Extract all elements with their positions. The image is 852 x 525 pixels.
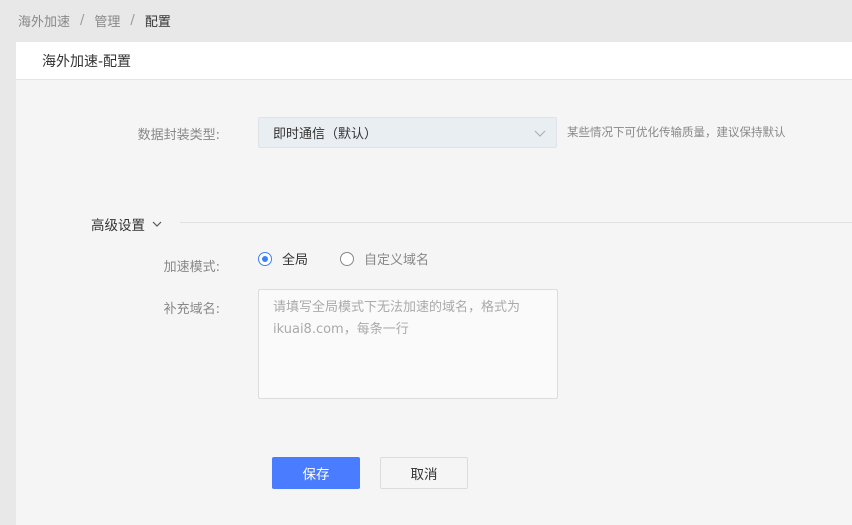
chevron-down-icon (152, 221, 162, 227)
advanced-settings-toggle[interactable]: 高级设置 (91, 214, 163, 234)
breadcrumb-item-overseas-acceleration[interactable]: 海外加速 (18, 11, 70, 30)
save-button[interactable]: 保存 (272, 457, 360, 489)
supplementary-domains-label: 补充域名: (163, 302, 220, 317)
breadcrumb-separator: / (80, 12, 85, 28)
mode-radio-custom-domain-label: 自定义域名 (364, 253, 430, 268)
breadcrumb-separator: / (130, 12, 135, 28)
acceleration-mode-label: 加速模式: (163, 260, 220, 275)
breadcrumb: 海外加速 / 管理 / 配置 (18, 10, 171, 30)
breadcrumb-item-config: 配置 (144, 14, 171, 30)
cancel-button-label: 取消 (410, 467, 438, 483)
mode-radio-custom-domain[interactable]: 自定义域名 (340, 249, 429, 268)
panel-header: 海外加速-配置 (16, 42, 852, 80)
mode-radio-global[interactable]: 全局 (258, 249, 308, 268)
breadcrumb-item-manage[interactable]: 管理 (94, 11, 120, 30)
save-button-label: 保存 (302, 467, 330, 483)
encapsulation-type-label: 数据封装类型: (137, 128, 220, 143)
chevron-down-icon (534, 130, 546, 137)
supplementary-domains-textarea[interactable] (258, 289, 558, 399)
section-divider (180, 222, 852, 223)
advanced-settings-title: 高级设置 (91, 218, 145, 234)
mode-radio-global-label: 全局 (282, 253, 309, 268)
encapsulation-type-select[interactable]: 即时通信（默认） (258, 117, 557, 148)
cancel-button[interactable]: 取消 (380, 457, 468, 489)
encapsulation-type-hint: 某些情况下可优化传输质量，建议保持默认 (567, 125, 786, 139)
config-panel: 海外加速-配置 数据封装类型: 即时通信（默认） 某些情况下可优化传输质量，建议… (16, 42, 852, 525)
encapsulation-type-value: 即时通信（默认） (273, 127, 378, 142)
page-title: 海外加速-配置 (42, 53, 132, 70)
radio-checked-icon (258, 251, 272, 266)
radio-unchecked-icon (340, 251, 354, 266)
